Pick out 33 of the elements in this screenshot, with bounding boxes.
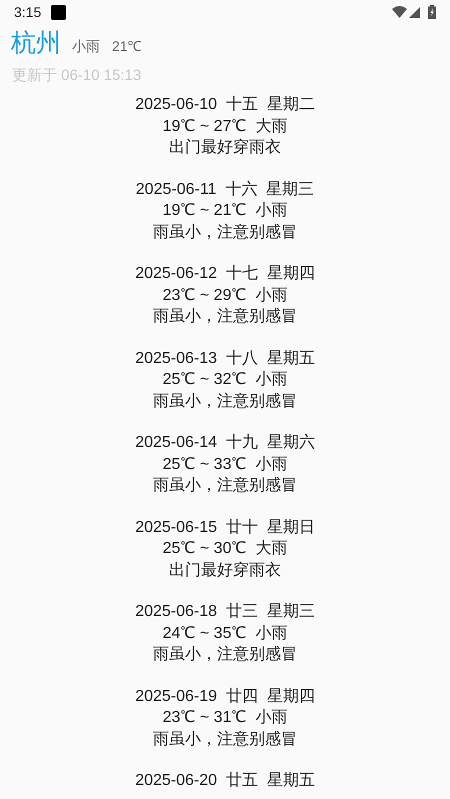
forecast-tip: 雨虽小，注意别感冒: [153, 476, 297, 496]
forecast-date: 2025-06-13 十八 星期五: [135, 348, 315, 368]
current-weather: 小雨: [72, 37, 100, 56]
current-temperature: 21℃: [112, 37, 142, 56]
forecast-temperature: 23℃ ~ 31℃ 小雨: [162, 708, 288, 728]
forecast-date: 2025-06-19 廿四 星期四: [135, 686, 315, 706]
forecast-tip: 雨虽小，注意别感冒: [153, 392, 297, 412]
forecast-date: 2025-06-18 廿三 星期三: [135, 602, 315, 622]
forecast-date: 2025-06-12 十七 星期四: [135, 264, 315, 284]
forecast-tip: 出门最好穿雨衣: [169, 560, 281, 580]
notification-icon: [51, 4, 66, 20]
forecast-date: 2025-06-11 十六 星期三: [136, 180, 314, 200]
forecast-temperature: 19℃ ~ 27℃ 大雨: [162, 116, 288, 136]
forecast-temperature: 23℃ ~ 29℃ 小雨: [162, 286, 288, 306]
forecast-tip: 出门最好穿雨衣: [169, 138, 281, 158]
forecast-date: 2025-06-15 廿十 星期日: [135, 518, 315, 538]
signal-icon: [409, 6, 420, 18]
city-name: 杭州: [11, 28, 61, 59]
forecast-temperature: 25℃ ~ 32℃ 小雨: [162, 370, 288, 390]
battery-icon: [428, 5, 436, 19]
wifi-icon: [392, 6, 407, 18]
forecast-tip: 雨虽小，注意别感冒: [153, 306, 297, 327]
forecast-tip: 雨虽小，注意别感冒: [153, 730, 297, 750]
forecast-temperature: 25℃ ~ 30℃ 大雨: [162, 538, 288, 559]
forecast-date: 2025-06-10 十五 星期二: [135, 94, 315, 115]
forecast-date: 2025-06-20 廿五 星期五: [135, 770, 315, 791]
forecast-temperature: 19℃ ~ 21℃ 小雨: [162, 200, 288, 221]
forecast-temperature: 24℃ ~ 35℃ 小雨: [162, 624, 288, 644]
forecast-tip: 雨虽小，注意别感冒: [153, 222, 297, 242]
forecast-date: 2025-06-14 十九 星期六: [135, 432, 315, 453]
forecast-temperature: 25℃ ~ 33℃ 小雨: [162, 454, 288, 474]
forecast-tip: 雨虽小，注意别感冒: [153, 644, 297, 665]
status-time: 3:15: [14, 2, 42, 22]
